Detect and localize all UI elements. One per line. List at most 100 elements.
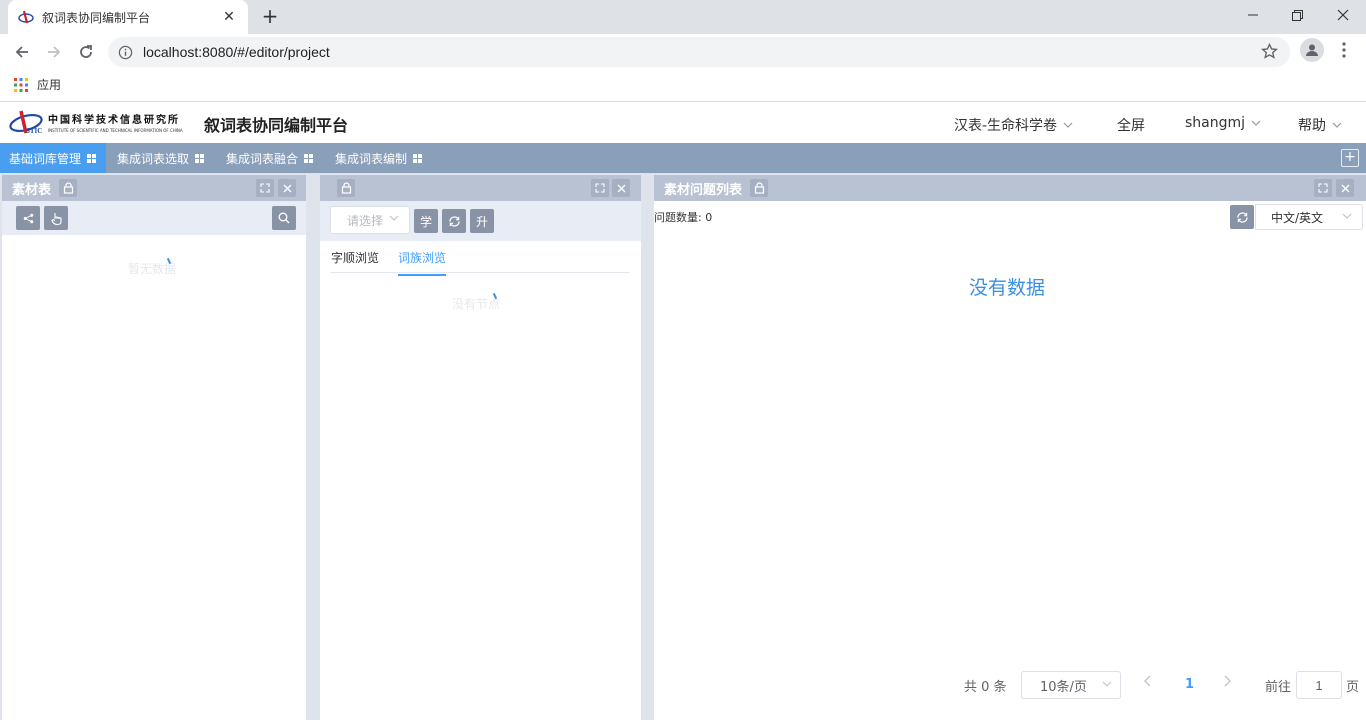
tree-toolbar: 请选择 学 升 — [320, 201, 641, 241]
prev-page-icon[interactable] — [1144, 675, 1152, 691]
address-bar[interactable]: localhost:8080/#/editor/project — [108, 37, 1290, 67]
app-title: 叙词表协同编制平台 — [204, 116, 349, 135]
material-panel: 素材表 暂无数据 — [2, 175, 306, 720]
tab-integrated-select-label: 集成词表选取 — [117, 151, 190, 166]
chevron-down-icon — [1102, 681, 1112, 687]
restore-icon[interactable] — [1274, 0, 1320, 30]
new-tab-icon[interactable]: + — [258, 4, 282, 28]
profile-avatar-icon[interactable] — [1300, 38, 1324, 62]
tab-alphabetic-browse[interactable]: 字顺浏览 — [331, 249, 379, 266]
forward-arrow-icon[interactable] — [40, 38, 68, 66]
maximize-icon[interactable] — [591, 179, 609, 197]
search-icon[interactable] — [272, 206, 296, 230]
close-icon[interactable] — [612, 179, 630, 197]
lock-icon[interactable] — [337, 179, 355, 197]
tab-integrated-compile-label: 集成词表编制 — [335, 151, 408, 166]
grid-icon — [87, 153, 97, 163]
term-select[interactable]: 请选择 — [330, 206, 410, 234]
fullscreen-label: 全屏 — [1117, 118, 1145, 134]
browser-tab[interactable]: 叙词表协同编制平台 ✕ — [8, 0, 248, 34]
language-select-value: 中文/英文 — [1271, 210, 1324, 225]
page-number-current[interactable]: 1 — [1185, 677, 1194, 692]
fullscreen-button[interactable]: 全屏 — [1117, 115, 1145, 135]
workspace: 素材表 暂无数据 请选择 学 升 字顺浏览 词族浏览 没有节点 素材问题列表 问… — [0, 173, 1366, 720]
tab-basic-library[interactable]: 基础词库管理 — [0, 143, 107, 173]
volume-dropdown[interactable]: 汉表-生命科学卷 — [954, 115, 1073, 135]
browser-menu-icon[interactable] — [1334, 38, 1354, 62]
bookmark-apps-label: 应用 — [37, 78, 62, 92]
add-tab-icon[interactable]: + — [1341, 149, 1359, 167]
svg-text:STIC: STIC — [26, 127, 42, 135]
pager-total: 共 0 条 — [964, 679, 1007, 695]
close-icon[interactable] — [1336, 179, 1354, 197]
chevron-down-icon — [1251, 120, 1261, 126]
close-icon[interactable] — [278, 179, 296, 197]
tab-integrated-select[interactable]: 集成词表选取 — [108, 143, 214, 173]
logo-chinese-text: 中国科学技术信息研究所 — [48, 115, 180, 126]
help-dropdown[interactable]: 帮助 — [1298, 115, 1342, 135]
term-select-placeholder: 请选择 — [347, 213, 384, 228]
page-suffix: 页 — [1346, 679, 1360, 695]
browser-tabstrip: 叙词表协同编制平台 ✕ + — [0, 0, 1366, 34]
issue-count: 问题数量: 0 — [654, 211, 713, 224]
site-favicon-icon — [18, 10, 34, 24]
lock-icon[interactable] — [750, 179, 769, 197]
bookmark-apps[interactable]: 应用 — [14, 76, 61, 93]
issue-panel-header: 素材问题列表 — [654, 175, 1366, 201]
tab-integrated-compile[interactable]: 集成词表编制 — [326, 143, 432, 173]
share-icon[interactable] — [16, 206, 40, 230]
maximize-icon[interactable] — [256, 179, 274, 197]
tab-integrated-merge[interactable]: 集成词表融合 — [217, 143, 323, 173]
material-panel-header: 素材表 — [2, 175, 306, 201]
browser-toolbar: localhost:8080/#/editor/project — [0, 34, 1366, 70]
chevron-down-icon — [1063, 122, 1073, 128]
maximize-icon[interactable] — [1314, 179, 1332, 197]
istic-logo: STIC 中国科学技术信息研究所 INSTITUTE OF SCIENTIFIC… — [8, 109, 183, 135]
discipline-button[interactable]: 学 — [414, 209, 438, 233]
chevron-down-icon — [1342, 213, 1352, 219]
material-panel-title: 素材表 — [12, 182, 52, 198]
goto-label: 前往 — [1265, 679, 1292, 695]
browse-subtabs: 字顺浏览 词族浏览 — [330, 249, 630, 276]
page-size-select[interactable]: 10条/页 — [1021, 671, 1121, 699]
istic-logo-icon: STIC — [9, 110, 43, 135]
next-page-icon[interactable] — [1223, 675, 1231, 691]
tab-basic-library-label: 基础词库管理 — [9, 151, 82, 166]
grid-icon — [413, 153, 423, 163]
refresh-icon[interactable] — [1230, 205, 1254, 229]
chevron-down-icon — [389, 215, 399, 221]
tab-integrated-merge-label: 集成词表融合 — [226, 151, 299, 166]
browser-tab-title: 叙词表协同编制平台 — [42, 10, 151, 25]
no-data-text: 没有数据 — [969, 277, 1046, 299]
chevron-down-icon — [1332, 122, 1342, 128]
module-nav: 基础词库管理 集成词表选取 集成词表融合 集成词表编制 + — [0, 143, 1366, 173]
tab-close-icon[interactable]: ✕ — [220, 9, 238, 25]
back-arrow-icon[interactable] — [8, 38, 36, 66]
reload-icon[interactable] — [72, 38, 100, 66]
apps-grid-icon — [14, 77, 28, 92]
user-dropdown[interactable]: shangmj — [1185, 115, 1261, 131]
tree-panel-header — [320, 175, 641, 201]
language-select[interactable]: 中文/英文 — [1255, 204, 1363, 230]
bookmarks-bar: 应用 — [0, 70, 1366, 102]
help-label: 帮助 — [1298, 118, 1326, 134]
page-size-value: 10条/页 — [1040, 679, 1087, 695]
close-window-icon[interactable] — [1320, 0, 1366, 30]
info-icon[interactable] — [118, 45, 133, 60]
app-header: STIC 中国科学技术信息研究所 INSTITUTE OF SCIENTIFIC… — [0, 103, 1366, 143]
volume-label: 汉表-生命科学卷 — [954, 118, 1058, 134]
pointer-hand-icon[interactable] — [44, 206, 68, 230]
refresh-tree-icon[interactable] — [442, 209, 466, 233]
issue-panel-title: 素材问题列表 — [664, 182, 743, 198]
minimize-icon[interactable] — [1230, 0, 1276, 30]
ascend-button[interactable]: 升 — [470, 209, 494, 233]
goto-page-input[interactable] — [1296, 671, 1342, 699]
tree-panel: 请选择 学 升 字顺浏览 词族浏览 没有节点 — [320, 175, 641, 720]
tree-empty-text: 没有节点 — [452, 297, 501, 311]
user-name: shangmj — [1185, 115, 1246, 131]
tab-family-browse[interactable]: 词族浏览 — [398, 249, 447, 276]
grid-icon — [195, 153, 205, 163]
lock-icon[interactable] — [59, 179, 78, 197]
url-text: localhost:8080/#/editor/project — [143, 44, 330, 60]
bookmark-star-icon[interactable] — [1261, 43, 1278, 60]
